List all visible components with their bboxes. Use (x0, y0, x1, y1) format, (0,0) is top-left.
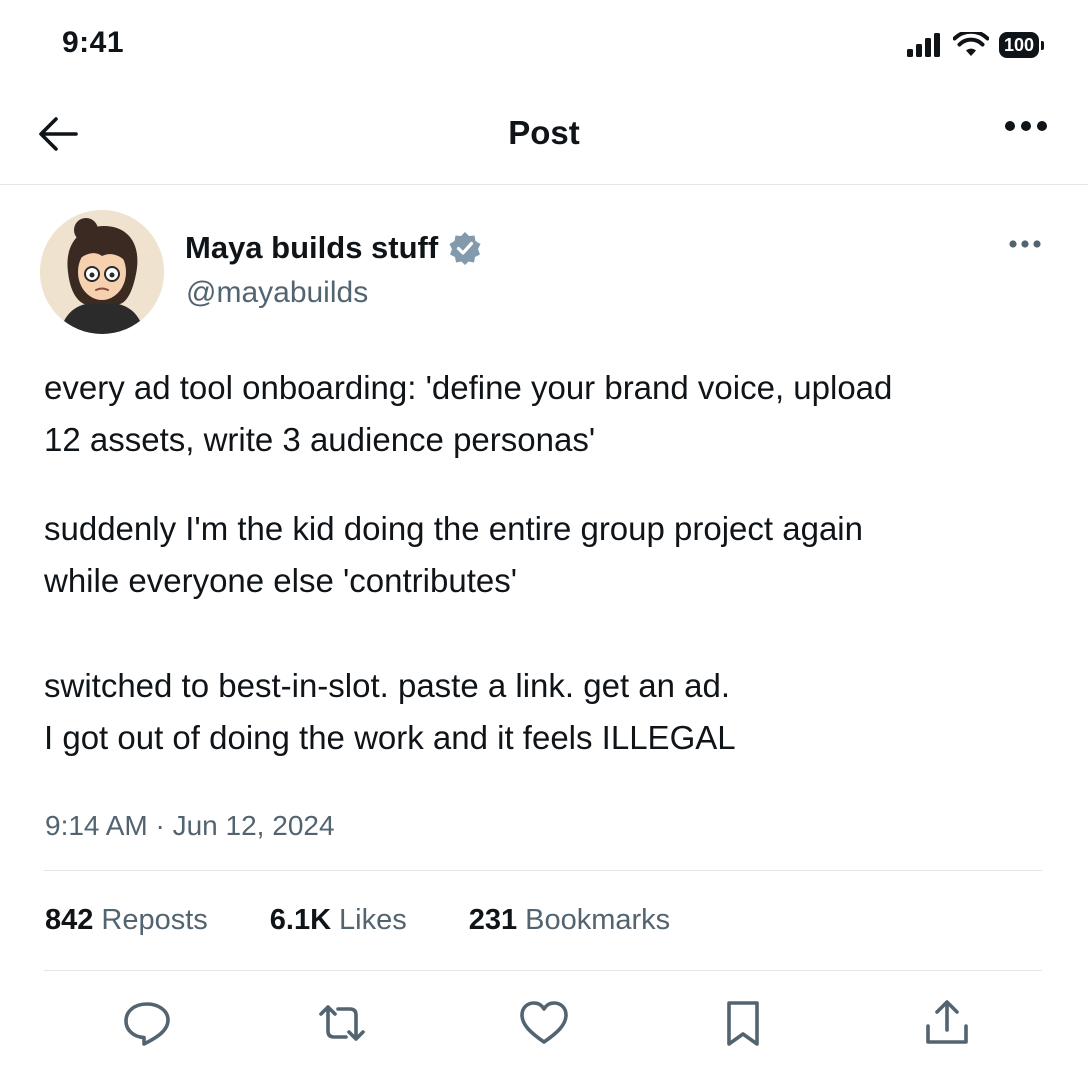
bookmark-icon (727, 1001, 759, 1046)
author-name-row[interactable]: Maya builds stuff (185, 230, 482, 266)
share-button[interactable] (920, 998, 974, 1048)
engagement-stats: 842 Reposts 6.1K Likes 231 Bookmarks (45, 904, 670, 937)
battery-level: 100 (998, 32, 1039, 58)
avatar-illustration (40, 210, 164, 334)
header-divider (0, 184, 1088, 185)
bookmark-button[interactable] (716, 998, 770, 1048)
bookmarks-stat[interactable]: 231 Bookmarks (469, 904, 670, 937)
bookmarks-label: Bookmarks (525, 904, 671, 936)
status-icons: 100 (906, 32, 1044, 58)
post-text-line: suddenly I'm the kid doing the entire gr… (44, 510, 863, 547)
post-text-line: every ad tool onboarding: 'define your b… (44, 369, 893, 406)
post-paragraph-2: suddenly I'm the kid doing the entire gr… (44, 503, 1044, 607)
divider (44, 870, 1042, 871)
share-icon (926, 1000, 968, 1044)
repost-icon (319, 1005, 365, 1041)
repost-button[interactable] (315, 998, 369, 1048)
bookmarks-count: 231 (468, 904, 518, 936)
reply-icon (124, 1002, 170, 1046)
post-text-line: I got out of doing the work and it feels… (44, 719, 736, 756)
more-horizontal-icon (1009, 240, 1041, 248)
post-timestamp[interactable]: 9:14 AM · Jun 12, 2024 (45, 810, 335, 842)
reply-button[interactable] (120, 998, 174, 1048)
author-handle[interactable]: @mayabuilds (186, 276, 368, 310)
page-title: Post (508, 114, 580, 151)
post-text-line: while everyone else 'contributes' (44, 562, 518, 599)
wifi-icon (952, 32, 989, 56)
reposts-stat[interactable]: 842 Reposts (45, 904, 208, 937)
more-horizontal-icon (1005, 121, 1047, 131)
likes-count: 6.1K (269, 904, 332, 936)
post-paragraph-1: every ad tool onboarding: 'define your b… (44, 362, 1044, 466)
post-paragraph-3: switched to best-in-slot. paste a link. … (44, 660, 1044, 764)
like-icon (520, 1001, 568, 1044)
battery-indicator: 100 (998, 32, 1044, 58)
reposts-label: Reposts (101, 904, 208, 936)
verified-badge-icon (449, 232, 481, 265)
cellular-signal-icon (906, 33, 940, 57)
reposts-count: 842 (45, 904, 94, 936)
author-name[interactable]: Maya builds stuff (185, 230, 438, 266)
like-button[interactable] (517, 998, 571, 1048)
post-more-button[interactable] (1008, 236, 1042, 254)
post-text-line: switched to best-in-slot. paste a link. … (44, 667, 731, 704)
divider (44, 970, 1042, 971)
likes-stat[interactable]: 6.1K Likes (270, 904, 407, 937)
header-more-button[interactable] (1004, 119, 1048, 138)
post-text-line: 12 assets, write 3 audience personas' (44, 421, 596, 458)
battery-tip (1041, 40, 1044, 50)
avatar[interactable] (40, 210, 164, 334)
status-time: 9:41 (62, 26, 125, 59)
likes-label: Likes (339, 904, 407, 936)
